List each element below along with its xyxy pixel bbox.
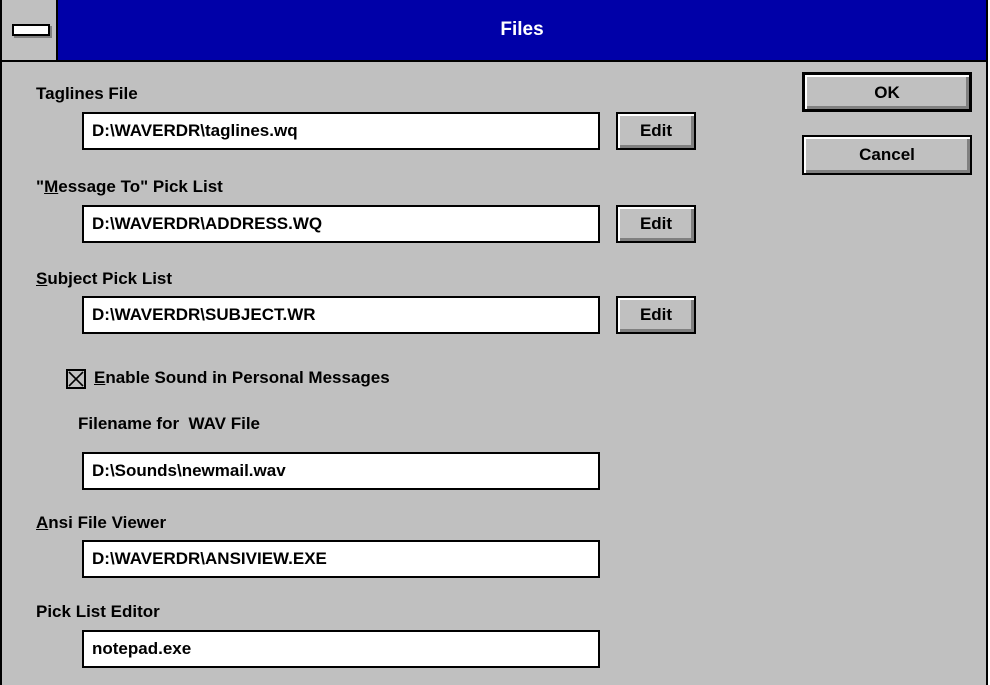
edit-message-to-button[interactable]: Edit — [616, 205, 696, 243]
subject-label-rest: ubject Pick List — [47, 269, 173, 288]
message-to-label-quote: " — [36, 177, 45, 196]
title-bar: Files — [2, 0, 986, 62]
ansi-viewer-label-mnemonic: A — [36, 513, 49, 532]
pick-list-editor-label: Pick List Editor — [36, 602, 160, 621]
system-menu-icon — [12, 24, 50, 36]
taglines-label: Taglines File — [36, 84, 138, 103]
ansi-viewer-label: Ansi File Viewer — [36, 513, 166, 533]
enable-sound-checkbox[interactable] — [66, 369, 86, 389]
enable-sound-label-mnemonic: E — [94, 368, 106, 387]
message-to-label: "Message To" Pick List — [36, 177, 223, 197]
subject-label: Subject Pick List — [36, 269, 172, 289]
files-dialog: Files Taglines File D:\WAVERDR\taglines.… — [0, 0, 988, 685]
ok-button[interactable]: OK — [802, 72, 972, 112]
message-to-file-input[interactable]: D:\WAVERDR\ADDRESS.WQ — [82, 205, 600, 243]
ansi-viewer-input[interactable]: D:\WAVERDR\ANSIVIEW.EXE — [82, 540, 600, 578]
edit-taglines-button[interactable]: Edit — [616, 112, 696, 150]
enable-sound-label[interactable]: Enable Sound in Personal Messages — [94, 368, 390, 388]
message-to-label-rest: essage To" Pick List — [58, 177, 223, 196]
enable-sound-label-rest: nable Sound in Personal Messages — [105, 368, 390, 387]
taglines-file-input[interactable]: D:\WAVERDR\taglines.wq — [82, 112, 600, 150]
wav-label: Filename for WAV File — [78, 414, 260, 433]
message-to-label-mnemonic: M — [44, 177, 59, 196]
edit-subject-button[interactable]: Edit — [616, 296, 696, 334]
wav-file-input[interactable]: D:\Sounds\newmail.wav — [82, 452, 600, 490]
checkbox-checked-icon — [68, 371, 84, 387]
subject-label-mnemonic: S — [36, 269, 48, 288]
window-title: Files — [500, 19, 544, 40]
system-menu-button[interactable] — [2, 0, 58, 60]
cancel-button[interactable]: Cancel — [802, 135, 972, 175]
subject-file-input[interactable]: D:\WAVERDR\SUBJECT.WR — [82, 296, 600, 334]
ansi-viewer-label-rest: nsi File Viewer — [48, 513, 167, 532]
pick-list-editor-input[interactable]: notepad.exe — [82, 630, 600, 668]
